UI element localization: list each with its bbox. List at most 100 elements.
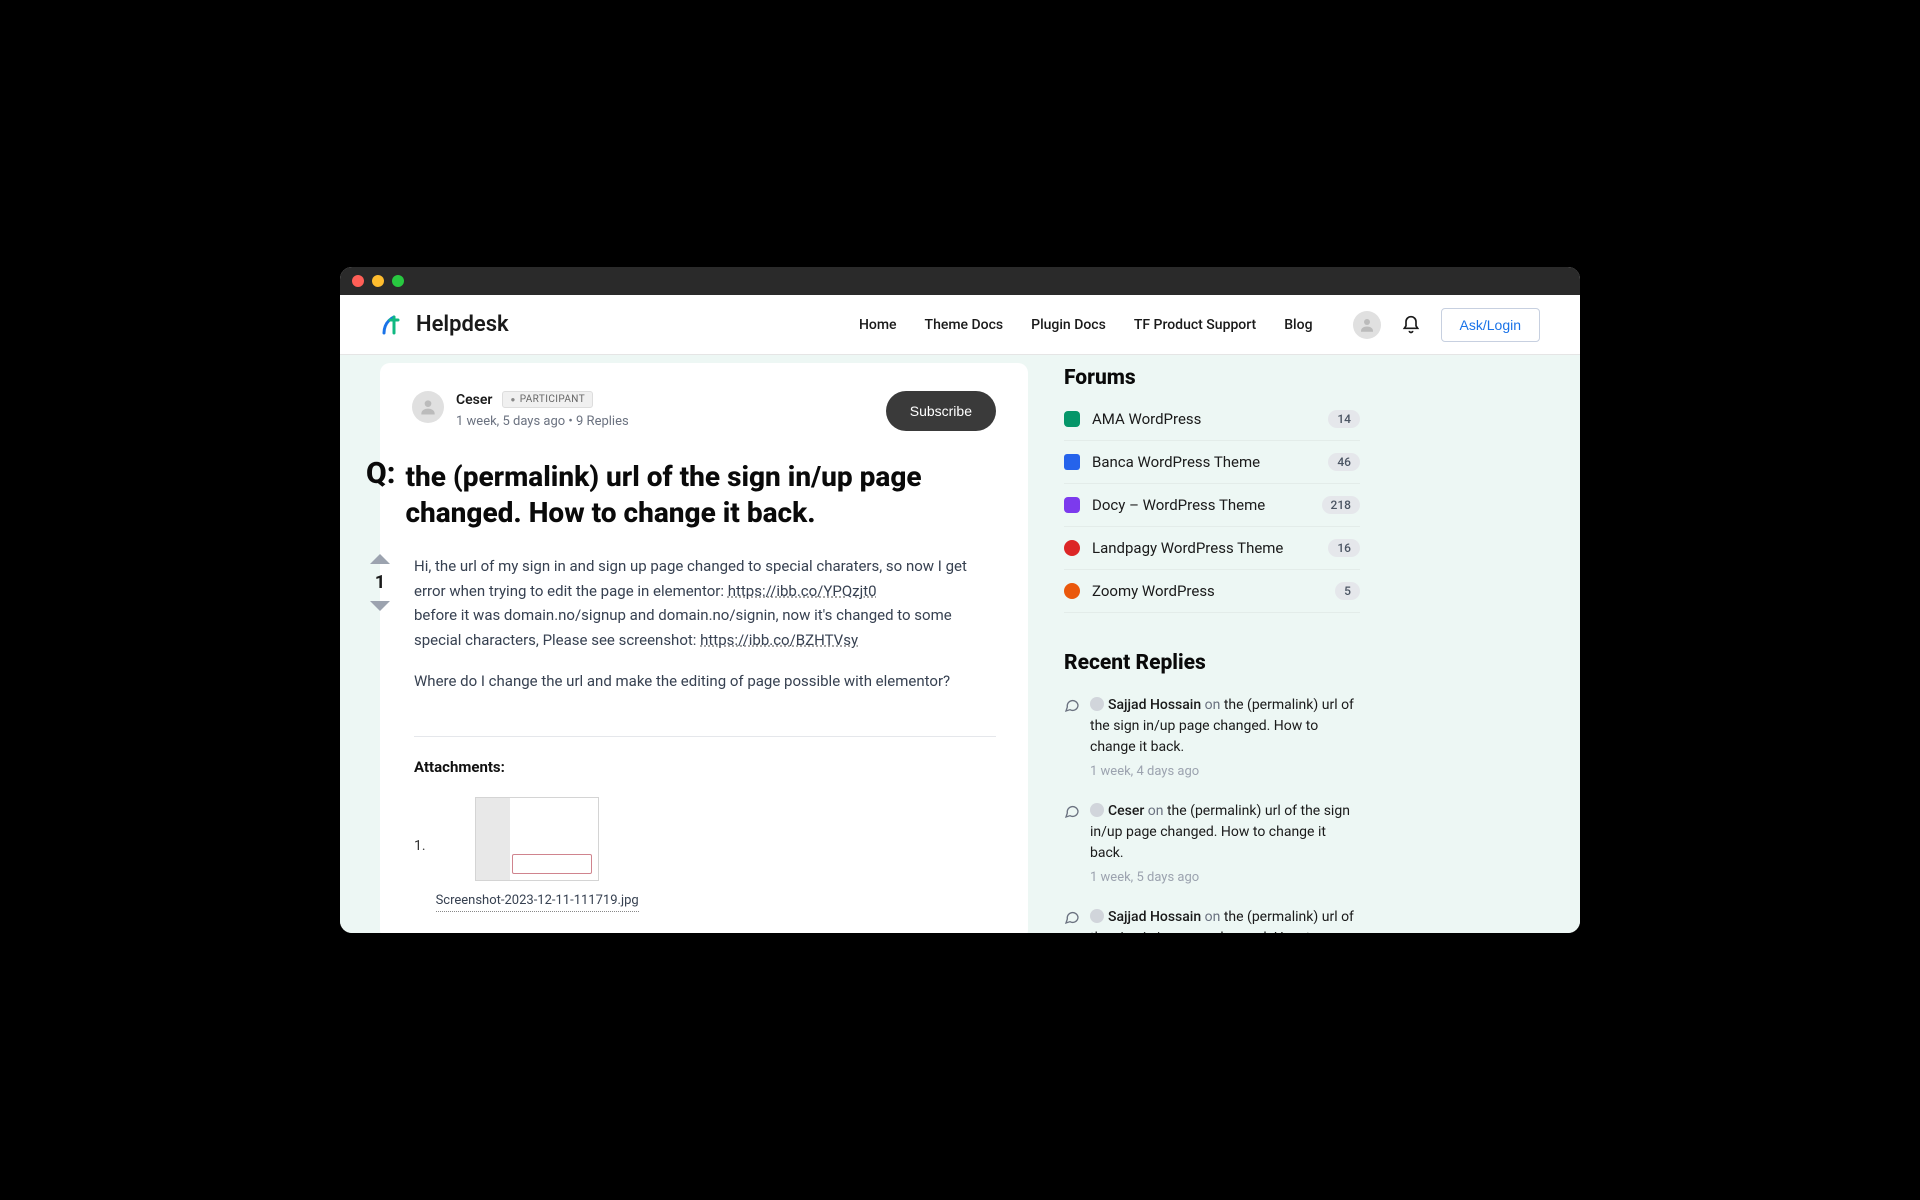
reply-item[interactable]: Sajjad Hossain on the (permalink) url of… <box>1064 907 1360 933</box>
author-row: Ceser PARTICIPANT 1 week, 5 days ago • 9… <box>412 391 629 429</box>
brand-name: Helpdesk <box>416 312 509 337</box>
body-text-1: Hi, the url of my sign in and sign up pa… <box>414 557 967 600</box>
attachment-filename[interactable]: Screenshot-2023-12-11-111719.jpg <box>436 891 639 912</box>
post-header: Ceser PARTICIPANT 1 week, 5 days ago • 9… <box>412 391 996 431</box>
forum-count-badge: 218 <box>1322 496 1360 514</box>
subscribe-button[interactable]: Subscribe <box>886 391 996 431</box>
forum-icon <box>1064 454 1080 470</box>
body-link-1[interactable]: https://ibb.co/YPQzjt0 <box>728 582 877 600</box>
attachment-block[interactable]: Screenshot-2023-12-11-111719.jpg <box>436 797 639 912</box>
body-link-2[interactable]: https://ibb.co/BZHTVsy <box>700 631 858 649</box>
reply-body-wrap: Sajjad Hossain on the (permalink) url of… <box>1090 695 1360 779</box>
author-meta: Ceser PARTICIPANT 1 week, 5 days ago • 9… <box>456 391 629 429</box>
body-text-3: Where do I change the url and make the e… <box>414 669 996 694</box>
downvote-button[interactable] <box>370 601 390 611</box>
main-column: Ceser PARTICIPANT 1 week, 5 days ago • 9… <box>380 363 1028 933</box>
forums-section: Forums AMA WordPress 14 Banca WordPress … <box>1064 366 1360 613</box>
nav-right: Ask/Login <box>1353 308 1540 342</box>
nav-link-plugin-docs[interactable]: Plugin Docs <box>1031 317 1106 333</box>
reply-author-avatar <box>1090 697 1104 711</box>
nav-links: Home Theme Docs Plugin Docs TF Product S… <box>859 317 1313 333</box>
forum-icon <box>1064 583 1080 599</box>
author-role-badge: PARTICIPANT <box>502 391 593 408</box>
attachments-heading: Attachments: <box>414 755 996 780</box>
post-timestamp: 1 week, 5 days ago <box>456 414 565 429</box>
chat-icon <box>1064 697 1080 713</box>
body-wrap: 1 Hi, the url of my sign in and sign up … <box>412 554 996 912</box>
forum-count-badge: 46 <box>1328 453 1360 471</box>
minimize-window-button[interactable] <box>372 275 384 287</box>
attachment-thumbnail[interactable] <box>475 797 599 881</box>
vote-count: 1 <box>375 572 385 593</box>
maximize-window-button[interactable] <box>392 275 404 287</box>
reply-item[interactable]: Sajjad Hossain on the (permalink) url of… <box>1064 695 1360 779</box>
reply-on: on <box>1144 803 1167 819</box>
forum-name: Zoomy WordPress <box>1092 582 1323 600</box>
nav-link-blog[interactable]: Blog <box>1284 317 1312 333</box>
reply-item[interactable]: Ceser on the (permalink) url of the sign… <box>1064 801 1360 885</box>
vote-column: 1 <box>364 554 396 912</box>
question-card: Ceser PARTICIPANT 1 week, 5 days ago • 9… <box>380 363 1028 933</box>
forum-icon <box>1064 540 1080 556</box>
recent-replies-heading: Recent Replies <box>1064 651 1360 675</box>
forum-item[interactable]: Landpagy WordPress Theme 16 <box>1064 527 1360 570</box>
forum-icon <box>1064 497 1080 513</box>
post-title: the (permalink) url of the sign in/up pa… <box>405 459 996 532</box>
forum-name: AMA WordPress <box>1092 410 1316 428</box>
post-body: Hi, the url of my sign in and sign up pa… <box>414 554 996 912</box>
forum-name: Banca WordPress Theme <box>1092 453 1316 471</box>
forum-count-badge: 16 <box>1328 539 1360 557</box>
forum-icon <box>1064 411 1080 427</box>
forum-item[interactable]: Zoomy WordPress 5 <box>1064 570 1360 613</box>
chat-icon <box>1064 803 1080 819</box>
brand-logo[interactable]: Helpdesk <box>380 311 509 339</box>
ask-login-button[interactable]: Ask/Login <box>1441 308 1540 342</box>
question-prefix: Q: <box>366 459 395 489</box>
window-titlebar <box>340 267 1580 295</box>
app-window: Helpdesk Home Theme Docs Plugin Docs TF … <box>340 267 1580 933</box>
chat-icon <box>1064 909 1080 925</box>
reply-author-avatar <box>1090 803 1104 817</box>
reply-body-wrap: Sajjad Hossain on the (permalink) url of… <box>1090 907 1360 933</box>
reply-on: on <box>1201 697 1224 713</box>
reply-body-wrap: Ceser on the (permalink) url of the sign… <box>1090 801 1360 885</box>
user-avatar-icon[interactable] <box>1353 311 1381 339</box>
reply-timestamp: 1 week, 5 days ago <box>1090 870 1360 885</box>
sidebar: Forums AMA WordPress 14 Banca WordPress … <box>1064 363 1360 933</box>
nav-link-home[interactable]: Home <box>859 317 897 333</box>
forum-item[interactable]: AMA WordPress 14 <box>1064 410 1360 441</box>
title-row: Q: the (permalink) url of the sign in/up… <box>412 459 996 532</box>
forum-count-badge: 5 <box>1335 582 1360 600</box>
reply-list: Sajjad Hossain on the (permalink) url of… <box>1064 695 1360 933</box>
author-avatar[interactable] <box>412 391 444 423</box>
reply-author: Sajjad Hossain <box>1108 909 1201 925</box>
notifications-icon[interactable] <box>1401 315 1421 335</box>
post-replies-count[interactable]: 9 Replies <box>576 414 629 429</box>
nav-link-product-support[interactable]: TF Product Support <box>1134 317 1256 333</box>
reply-author-avatar <box>1090 909 1104 923</box>
attachment-item: 1. Screenshot-2023-12-11-111719.jpg <box>414 797 996 912</box>
navbar: Helpdesk Home Theme Docs Plugin Docs TF … <box>340 295 1580 355</box>
reply-on: on <box>1201 909 1224 925</box>
author-name[interactable]: Ceser <box>456 392 492 408</box>
logo-icon <box>380 311 408 339</box>
upvote-button[interactable] <box>370 554 390 564</box>
forum-item[interactable]: Docy – WordPress Theme 218 <box>1064 484 1360 527</box>
body-text-2: before it was domain.no/signup and domai… <box>414 606 952 649</box>
page-content: Ceser PARTICIPANT 1 week, 5 days ago • 9… <box>340 355 1580 933</box>
recent-replies-section: Recent Replies Sajjad Hossain on the (pe… <box>1064 651 1360 933</box>
reply-author: Sajjad Hossain <box>1108 697 1201 713</box>
forum-count-badge: 14 <box>1328 410 1360 428</box>
forum-name: Landpagy WordPress Theme <box>1092 539 1316 557</box>
author-top: Ceser PARTICIPANT <box>456 391 629 408</box>
viewport: Helpdesk Home Theme Docs Plugin Docs TF … <box>340 295 1580 933</box>
forums-heading: Forums <box>1064 366 1360 390</box>
close-window-button[interactable] <box>352 275 364 287</box>
attachments-section: Attachments: 1. Screenshot-2023-12-11-11… <box>414 736 996 912</box>
forum-list: AMA WordPress 14 Banca WordPress Theme 4… <box>1064 410 1360 613</box>
nav-link-theme-docs[interactable]: Theme Docs <box>925 317 1004 333</box>
reply-author: Ceser <box>1108 803 1144 819</box>
forum-name: Docy – WordPress Theme <box>1092 496 1310 514</box>
attachment-index: 1. <box>414 835 426 858</box>
forum-item[interactable]: Banca WordPress Theme 46 <box>1064 441 1360 484</box>
